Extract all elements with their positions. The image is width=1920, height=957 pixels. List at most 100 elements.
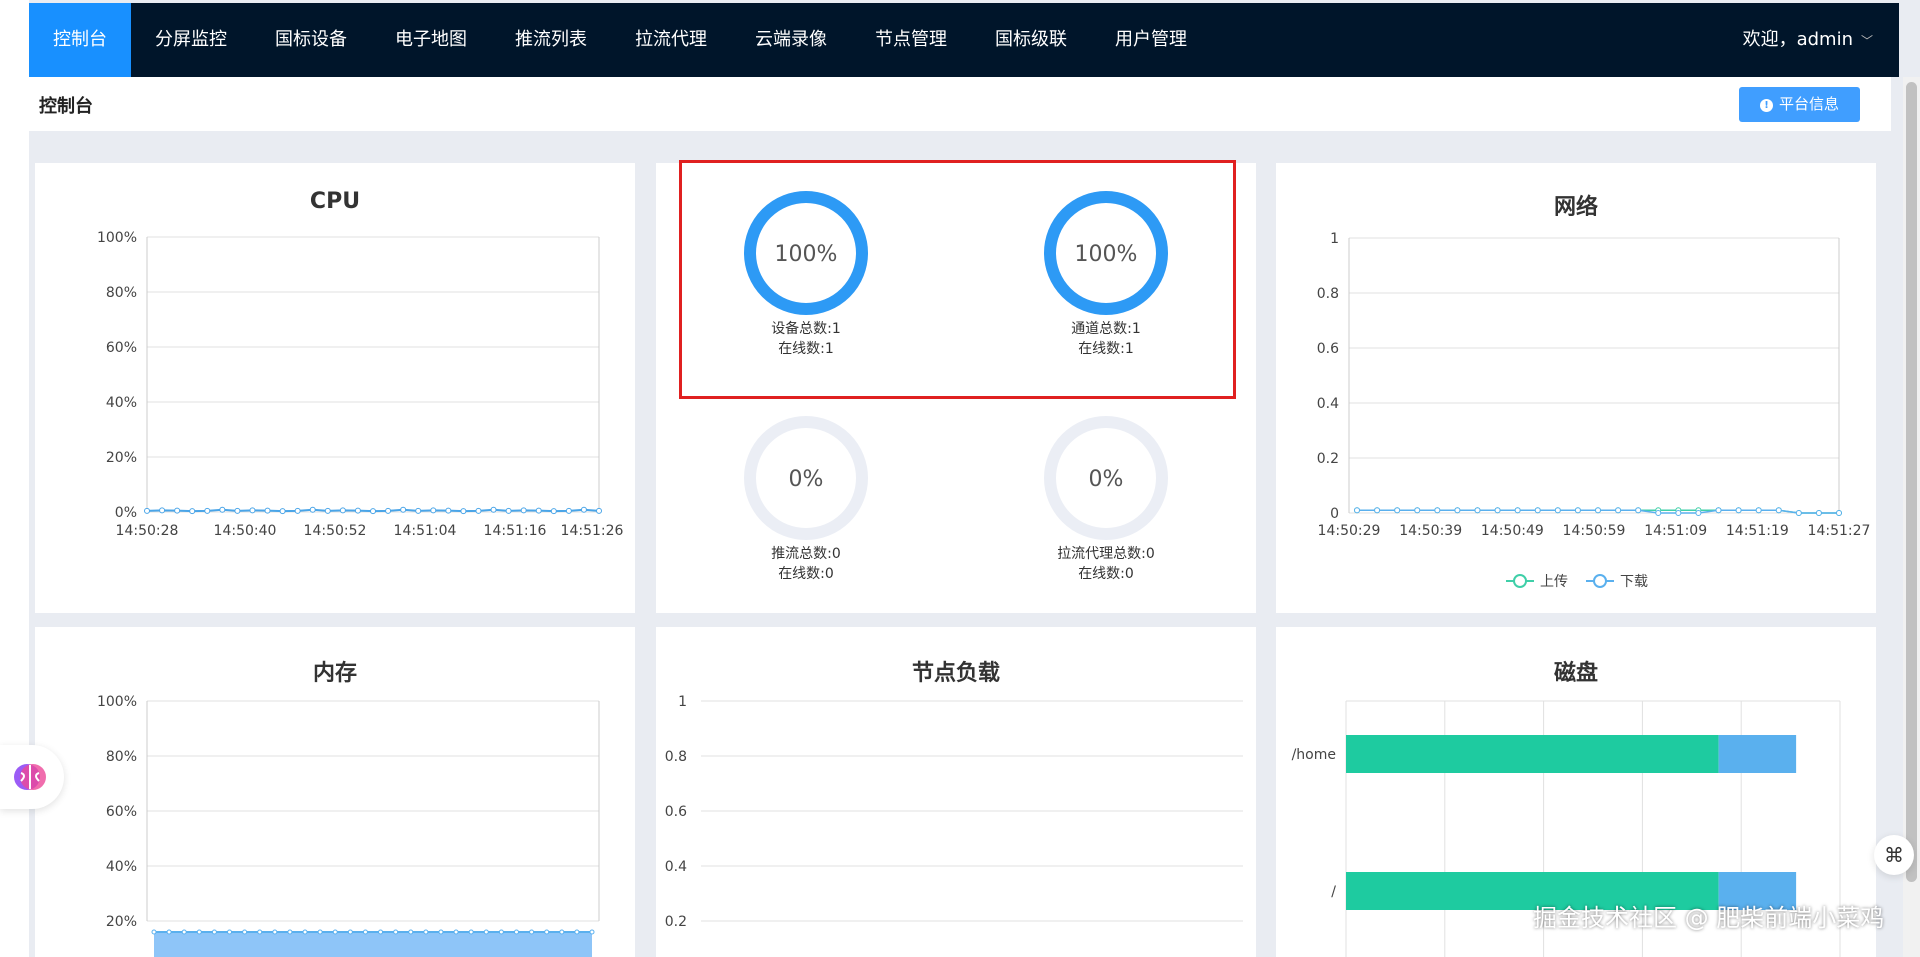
memory-point — [317, 929, 323, 935]
nav-item-4[interactable]: 推流列表 — [491, 3, 611, 77]
network-x-tick: 14:51:09 — [1644, 523, 1707, 539]
cpu-point — [445, 507, 452, 514]
cpu-point — [596, 507, 602, 514]
memory-y-tick: 80% — [106, 749, 137, 765]
network-point — [1615, 507, 1622, 514]
memory-point — [513, 929, 519, 935]
memory-point — [211, 929, 217, 935]
node-load-chart: 1 0.8 0.6 0.4 0.2 — [665, 694, 1243, 930]
node-load-y-tick: 0.4 — [665, 859, 687, 875]
nav-item-5[interactable]: 拉流代理 — [611, 3, 731, 77]
network-legend-marker — [1593, 574, 1607, 588]
memory-point — [181, 929, 187, 935]
memory-point — [227, 929, 233, 935]
cpu-x-tick: 14:50:52 — [304, 523, 367, 539]
network-point — [1454, 507, 1461, 514]
network-point — [1795, 510, 1802, 516]
memory-point — [423, 929, 429, 935]
cpu-point — [505, 507, 512, 514]
cpu-x-tick: 14:51:26 — [561, 523, 624, 539]
cpu-x-tick: 14:51:16 — [484, 523, 547, 539]
scrollbar-thumb[interactable] — [1906, 82, 1917, 882]
cpu-x-tick: 14:51:04 — [394, 523, 457, 539]
network-point — [1635, 507, 1642, 514]
nav-item-6[interactable]: 云端录像 — [731, 3, 851, 77]
cpu-point — [264, 507, 271, 514]
memory-point — [287, 929, 293, 935]
network-x-tick: 14:50:59 — [1563, 523, 1626, 539]
cpu-point — [535, 507, 542, 514]
nav-item-8[interactable]: 国标级联 — [971, 3, 1091, 77]
cpu-point — [174, 507, 181, 514]
network-point — [1695, 510, 1702, 516]
cpu-point — [580, 506, 587, 513]
memory-point — [347, 929, 353, 935]
nav-item-3[interactable]: 电子地图 — [371, 3, 491, 77]
cpu-y-tick: 80% — [106, 285, 137, 301]
network-point — [1534, 507, 1541, 514]
memory-y-tick: 60% — [106, 804, 137, 820]
cpu-point — [354, 507, 361, 514]
memory-point — [529, 929, 535, 935]
memory-point — [166, 929, 172, 935]
network-point — [1735, 507, 1742, 514]
cpu-point — [324, 507, 331, 514]
network-y-tick: 0 — [1330, 506, 1339, 522]
nav-item-2[interactable]: 国标设备 — [251, 3, 371, 77]
disk-category-label: / — [1331, 884, 1336, 900]
page-title: 控制台 — [39, 96, 93, 117]
cpu-point — [385, 507, 392, 514]
cpu-y-tick: 20% — [106, 450, 137, 466]
memory-panel: 内存 100% 80% 60% 40% 20% — [35, 627, 635, 957]
cpu-point — [219, 506, 226, 513]
cpu-x-tick: 14:50:28 — [116, 523, 179, 539]
assistant-float-button[interactable] — [0, 745, 64, 809]
network-point — [1775, 507, 1782, 514]
network-point — [1574, 507, 1581, 514]
left-edge — [0, 0, 29, 957]
disk-free-bar — [1718, 735, 1797, 773]
memory-point — [483, 929, 489, 935]
cpu-point — [490, 506, 497, 513]
cpu-point — [520, 507, 527, 514]
network-point — [1374, 507, 1381, 514]
nav-item-9[interactable]: 用户管理 — [1091, 3, 1211, 77]
memory-point — [196, 929, 202, 935]
chevron-down-icon: ﹀ — [1860, 34, 1873, 48]
network-point — [1474, 507, 1481, 514]
watermark: 掘金技术社区 @ 肥柴前端小菜鸡 — [1533, 904, 1885, 932]
nav-item-0[interactable]: 控制台 — [29, 3, 131, 77]
apps-grid-button[interactable]: ⌘ — [1874, 835, 1914, 875]
cpu-point — [415, 507, 422, 514]
network-y-tick: 0.2 — [1317, 451, 1339, 467]
network-x-tick: 14:50:39 — [1399, 523, 1462, 539]
memory-point — [272, 929, 278, 935]
memory-point — [302, 929, 308, 935]
memory-chart: 100% 80% 60% 40% 20% — [97, 694, 600, 957]
cpu-y-tick: 100% — [97, 230, 137, 246]
proxy-stat-label: 拉流代理总数:0 在线数:0 — [1006, 544, 1206, 584]
main-nav: 控制台 分屏监控 国标设备 电子地图 推流列表 拉流代理 云端录像 节点管理 国标级联 用户管理 — [29, 3, 1211, 77]
platform-info-label: 平台信息 — [1778, 95, 1839, 113]
node-load-panel: 节点负载 1 0.8 0.6 0.4 0.2 — [656, 627, 1256, 957]
user-menu[interactable]: 欢迎，admin ﹀ — [1743, 3, 1873, 77]
network-point — [1836, 510, 1842, 516]
memory-area — [154, 932, 592, 957]
page-header: 控制台 ! 平台信息 — [29, 77, 1891, 131]
network-legend-label: 上传 — [1540, 574, 1568, 590]
cpu-point — [144, 507, 150, 514]
user-greeting: 欢迎，admin — [1742, 29, 1853, 50]
cpu-point — [460, 508, 467, 515]
memory-point — [589, 929, 595, 935]
network-point — [1434, 507, 1441, 514]
node-load-y-tick: 0.2 — [665, 914, 687, 930]
nav-item-7[interactable]: 节点管理 — [851, 3, 971, 77]
cpu-point — [565, 507, 572, 514]
nav-item-1[interactable]: 分屏监控 — [131, 3, 251, 77]
network-x-tick: 14:50:29 — [1318, 523, 1381, 539]
platform-info-button[interactable]: ! 平台信息 — [1739, 87, 1860, 122]
memory-point — [574, 929, 580, 935]
cpu-x-tick: 14:50:40 — [214, 523, 277, 539]
memory-point — [408, 929, 414, 935]
memory-y-tick: 40% — [106, 859, 137, 875]
